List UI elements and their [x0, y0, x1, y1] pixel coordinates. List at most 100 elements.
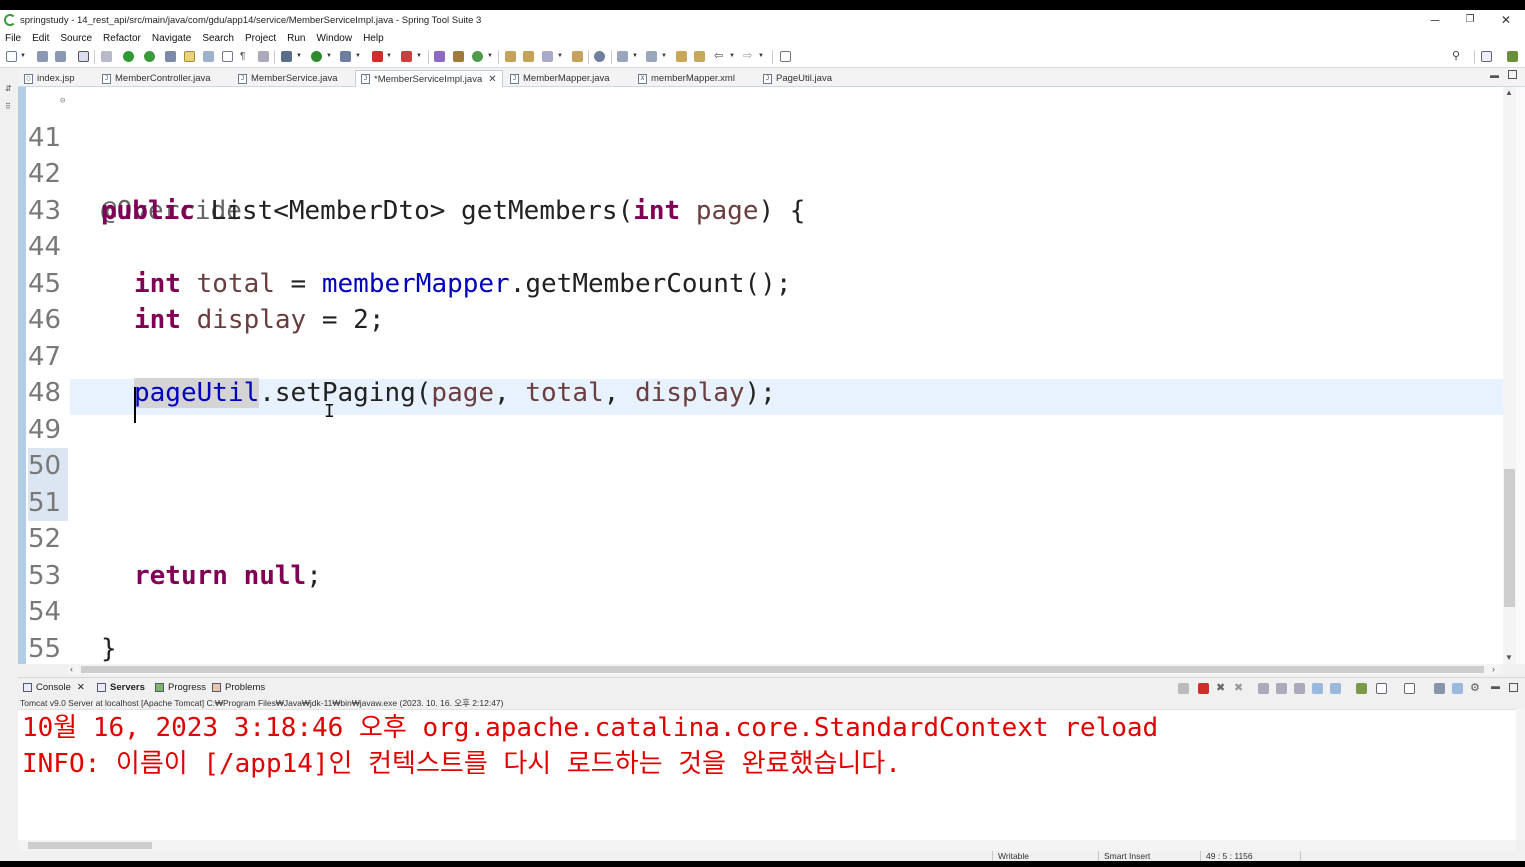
menu-navigate[interactable]: Navigate	[152, 33, 191, 44]
scroll-thumb[interactable]	[1504, 469, 1515, 607]
pencil-icon[interactable]	[542, 51, 553, 62]
start-server-icon[interactable]	[123, 51, 134, 62]
scroll-down-icon[interactable]: ▼	[1505, 653, 1513, 662]
pin-console-icon[interactable]	[1356, 683, 1367, 694]
terminate-icon[interactable]	[1198, 683, 1209, 694]
gear-icon[interactable]: ⚙	[1470, 683, 1481, 694]
show-whitespace-icon[interactable]	[222, 51, 233, 62]
menu-help[interactable]: Help	[363, 33, 384, 44]
close-tab-icon[interactable]: ✕	[77, 682, 85, 693]
open-folder-icon[interactable]	[505, 51, 516, 62]
editor-vertical-scrollbar[interactable]: ▲ ▼	[1503, 87, 1516, 664]
open-resource-icon[interactable]	[572, 51, 583, 62]
restore-view-icon[interactable]: ⇵	[5, 85, 13, 93]
fold-collapse-icon[interactable]: ⊖	[60, 87, 65, 120]
tab-problems[interactable]: Problems	[212, 682, 265, 693]
last-edit-location-icon[interactable]	[676, 51, 687, 62]
menu-source[interactable]: Source	[60, 33, 92, 44]
menu-project[interactable]: Project	[245, 33, 276, 44]
maximize-view-icon[interactable]	[1509, 683, 1518, 692]
back-history-icon[interactable]	[694, 51, 705, 62]
forward-arrow-icon[interactable]: ⇨	[743, 51, 754, 62]
open-task-icon[interactable]	[523, 51, 534, 62]
external-tools-icon[interactable]	[340, 51, 351, 62]
stop-icon[interactable]	[372, 51, 383, 62]
scroll-thumb[interactable]	[81, 666, 1484, 673]
tab-member-mapper[interactable]: J MemberMapper.java	[510, 70, 610, 87]
tab-member-service-impl[interactable]: J *MemberServiceImpl.java ✕	[355, 70, 503, 87]
terminal-icon[interactable]	[78, 51, 89, 62]
menu-search[interactable]: Search	[202, 33, 234, 44]
tab-index-jsp[interactable]: ▢ index.jsp	[24, 70, 75, 87]
open-perspective-icon[interactable]	[1481, 51, 1492, 62]
search-icon[interactable]: ⚲	[1452, 51, 1463, 62]
servers-view-icon[interactable]	[1452, 683, 1463, 694]
console-horizontal-scrollbar[interactable]	[18, 840, 1516, 851]
tab-console[interactable]: Console ✕	[23, 682, 85, 693]
next-annotation-icon[interactable]	[617, 51, 628, 62]
word-wrap-icon[interactable]	[1294, 683, 1305, 694]
insert-mode-status[interactable]: Smart Insert	[1104, 852, 1150, 861]
minimize-button[interactable]: ─	[1417, 10, 1453, 30]
show-on-stdout-icon[interactable]	[1312, 683, 1323, 694]
scroll-lock-icon[interactable]	[1276, 683, 1287, 694]
console-output[interactable]: 10월 16, 2023 3:18:46 오후 org.apache.catal…	[18, 709, 1516, 840]
disconnect-icon[interactable]	[1178, 683, 1189, 694]
menu-file[interactable]: File	[5, 33, 21, 44]
tab-servers[interactable]: Servers	[97, 682, 145, 693]
scroll-thumb[interactable]	[28, 842, 152, 849]
code-editor[interactable]: 41 ⊖ @Override 42 public List<MemberDto>…	[18, 87, 1503, 664]
menu-run[interactable]: Run	[287, 33, 305, 44]
menu-window[interactable]: Window	[316, 33, 352, 44]
block-selection-icon[interactable]	[203, 51, 214, 62]
perspective-icon[interactable]	[1434, 683, 1445, 694]
scroll-right-icon[interactable]: ›	[1492, 664, 1495, 674]
word-wrap-icon[interactable]	[258, 51, 269, 62]
close-tab-icon[interactable]: ✕	[488, 74, 496, 85]
pin-editor-icon[interactable]	[780, 51, 791, 62]
display-console-icon[interactable]	[1376, 683, 1387, 694]
previous-annotation-icon[interactable]	[646, 51, 657, 62]
new-class-icon[interactable]	[472, 51, 483, 62]
run-icon[interactable]	[311, 51, 322, 62]
open-console-icon[interactable]	[1404, 683, 1415, 694]
tab-member-controller[interactable]: J MemberController.java	[102, 70, 211, 87]
editor-horizontal-scrollbar[interactable]: ‹ ›	[68, 664, 1503, 675]
close-window-button[interactable]: ✕	[1488, 10, 1524, 30]
package-explorer-icon[interactable]: ⠿	[5, 103, 13, 111]
console-vertical-scrollbar[interactable]	[1516, 709, 1525, 840]
minimize-view-icon[interactable]: ▬	[1491, 681, 1500, 691]
debug-icon[interactable]	[281, 51, 292, 62]
show-on-stderr-icon[interactable]	[1330, 683, 1341, 694]
new-java-project-icon[interactable]	[434, 51, 445, 62]
scroll-left-icon[interactable]: ‹	[70, 664, 73, 674]
scroll-up-icon[interactable]: ▲	[1505, 88, 1513, 97]
refresh-icon[interactable]	[144, 51, 155, 62]
menu-refactor[interactable]: Refactor	[103, 33, 141, 44]
globe-icon[interactable]	[594, 51, 605, 62]
remove-all-icon[interactable]: ✖	[1234, 683, 1245, 694]
tab-member-service[interactable]: J MemberService.java	[238, 70, 338, 87]
spring-perspective-icon[interactable]	[1507, 51, 1518, 62]
tab-member-mapper-xml[interactable]: X memberMapper.xml	[638, 70, 735, 87]
new-package-icon[interactable]	[453, 51, 464, 62]
back-arrow-icon[interactable]: ⇦	[714, 51, 725, 62]
clear-console-icon[interactable]	[1258, 683, 1269, 694]
save-all-icon[interactable]	[55, 51, 66, 62]
pilcrow-icon[interactable]: ¶	[240, 51, 251, 62]
save-icon[interactable]	[37, 51, 48, 62]
new-wizard-icon[interactable]	[6, 51, 17, 62]
coverage-icon[interactable]	[401, 51, 412, 62]
tab-progress[interactable]: Progress	[155, 682, 206, 693]
chevron-down-icon[interactable]: ▼	[20, 53, 26, 59]
maximize-editor-icon[interactable]	[1508, 70, 1517, 79]
menu-edit[interactable]: Edit	[32, 33, 49, 44]
toggle-mark-occurrences-icon[interactable]	[184, 51, 195, 62]
tab-page-util[interactable]: J PageUtil.java	[763, 70, 832, 87]
overview-ruler[interactable]	[1516, 87, 1525, 664]
open-type-icon[interactable]	[165, 51, 176, 62]
skip-breakpoints-icon[interactable]	[101, 51, 112, 62]
restore-button[interactable]: ❐	[1452, 10, 1488, 30]
minimize-editor-icon[interactable]: ▬	[1490, 70, 1499, 80]
remove-launch-icon[interactable]: ✖	[1216, 683, 1227, 694]
